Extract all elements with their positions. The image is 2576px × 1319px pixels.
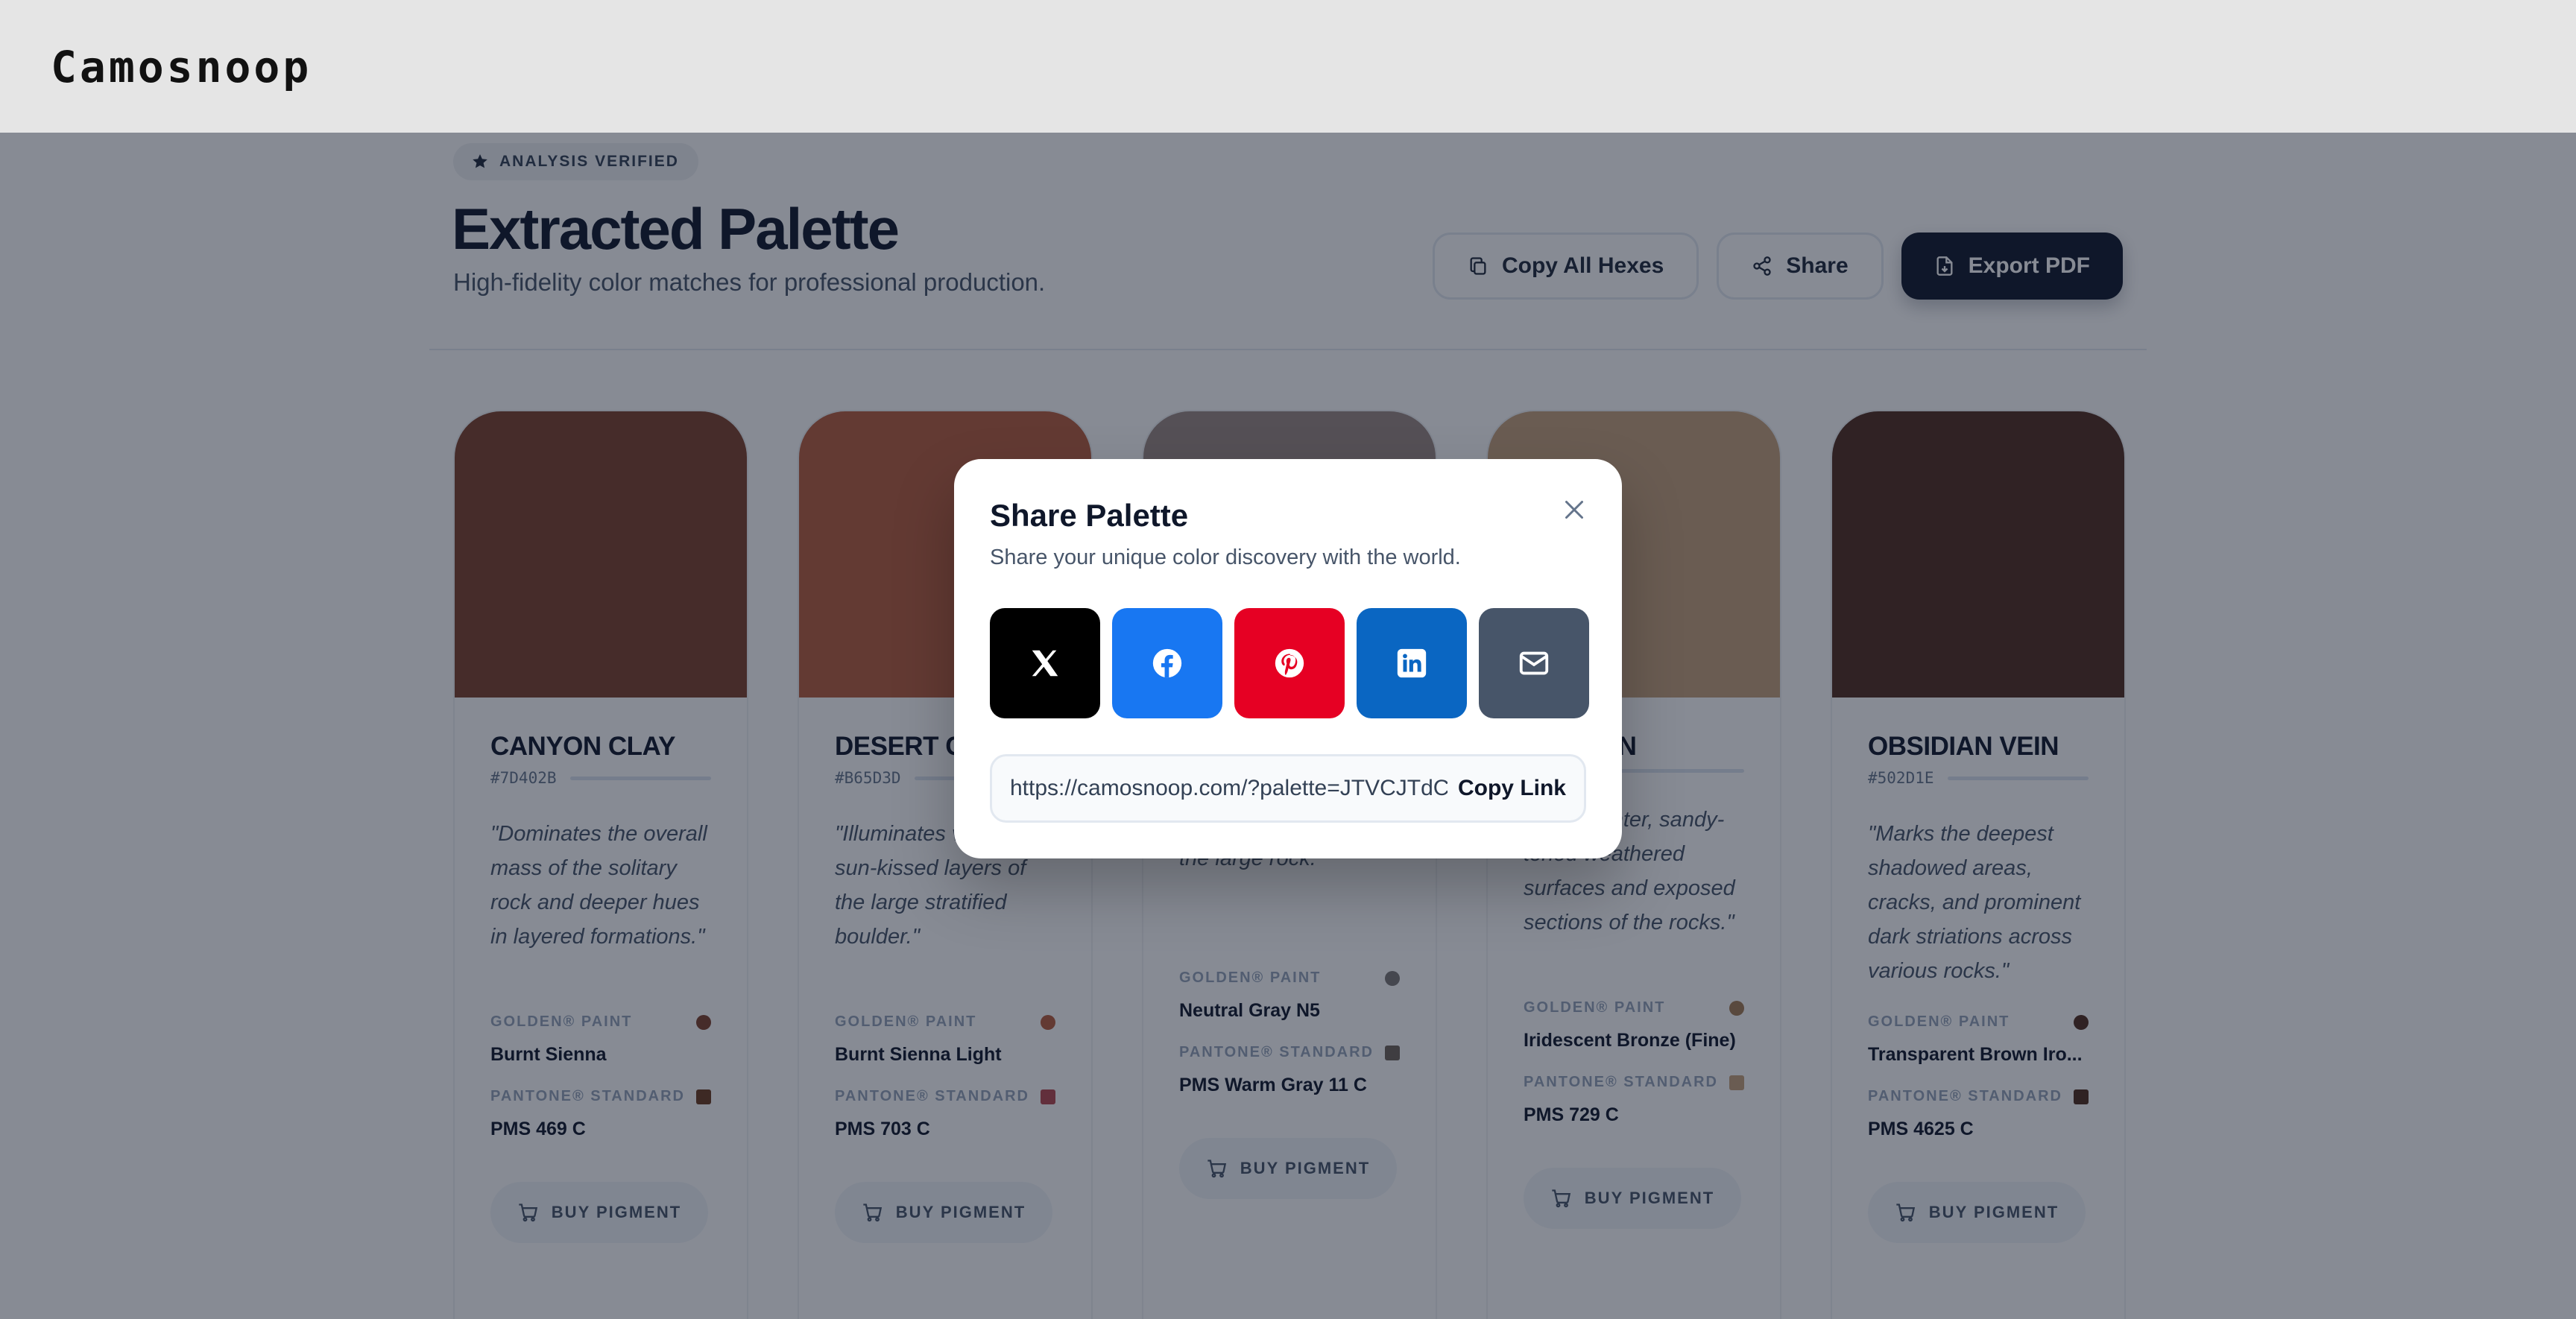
share-link-field[interactable]: https://camosnoop.com/?palette=JTVCJTdC……	[990, 754, 1586, 823]
share-x-button[interactable]	[990, 608, 1100, 718]
modal-title: Share Palette	[990, 498, 1189, 533]
close-icon	[1565, 501, 1583, 519]
email-icon	[1519, 651, 1549, 675]
modal-subtitle: Share your unique color discovery with t…	[990, 545, 1461, 569]
share-email-button[interactable]	[1479, 608, 1589, 718]
share-modal: Share Palette Share your unique color di…	[954, 459, 1622, 858]
share-facebook-button[interactable]	[1112, 608, 1222, 718]
pinterest-icon	[1275, 648, 1304, 678]
copy-link-button[interactable]: Copy Link	[1447, 776, 1566, 801]
facebook-icon	[1152, 648, 1182, 678]
linkedin-icon	[1397, 648, 1427, 678]
share-linkedin-button[interactable]	[1357, 608, 1467, 718]
x-icon	[1032, 650, 1058, 677]
top-bar: Camosnoop	[0, 0, 2576, 133]
close-button[interactable]	[1553, 489, 1595, 531]
logo[interactable]: Camosnoop	[51, 42, 312, 92]
share-link-url[interactable]: https://camosnoop.com/?palette=JTVCJTdC…	[1010, 776, 1448, 801]
share-pinterest-button[interactable]	[1234, 608, 1345, 718]
share-options	[990, 608, 1589, 718]
